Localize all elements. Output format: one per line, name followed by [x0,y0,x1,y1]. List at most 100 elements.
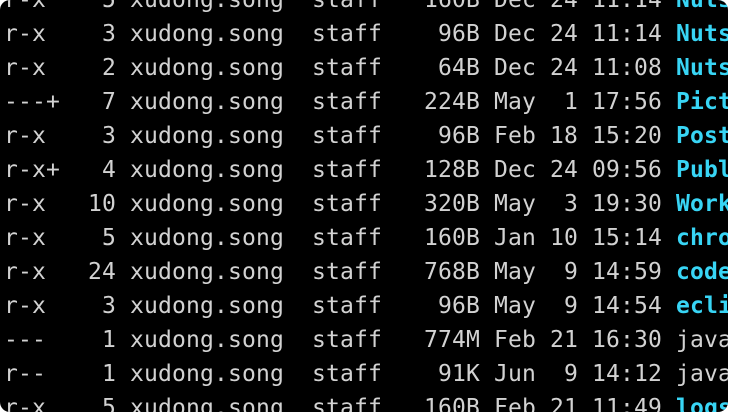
listing-owner: xudong.song [130,55,284,81]
listing-group: staff [311,21,382,47]
listing-perms: r-x [4,225,60,251]
listing-owner: xudong.song [130,327,284,353]
listing-day: 9 [549,361,578,387]
listing-month: May [493,293,536,319]
listing-month: Feb [493,395,536,412]
listing-links: 5 [88,0,116,13]
listing-group: staff [311,123,382,149]
listing-day: 24 [549,55,578,81]
listing-day: 3 [549,191,578,217]
listing-time: 11:14 [591,0,662,13]
listing-links: 3 [88,21,116,47]
listing-month: Jan [493,225,536,251]
listing-size: 224B [409,89,480,115]
listing-filename: Nuts [675,21,728,47]
listing-filename: code [675,259,728,285]
listing-owner: xudong.song [130,191,284,217]
listing-filename: Nuts [675,0,728,13]
listing-links: 4 [88,157,116,183]
listing-perms: r-x [4,123,60,149]
listing-month: Feb [493,327,536,353]
listing-row: r-x 5 xudong.song staff 160B Dec 24 11:1… [4,0,728,17]
listing-day: 21 [549,327,578,353]
listing-links: 1 [88,327,116,353]
listing-perms: r-x [4,0,60,13]
listing-row: r-x 3 xudong.song staff 96B May 9 14:54 … [4,289,728,323]
listing-links: 3 [88,293,116,319]
listing-links: 24 [88,259,116,285]
listing-time: 14:54 [591,293,662,319]
listing-size: 160B [409,225,480,251]
listing-time: 16:30 [591,327,662,353]
listing-month: Dec [493,157,536,183]
listing-owner: xudong.song [130,123,284,149]
listing-perms: r-x [4,259,60,285]
terminal-window[interactable]: r-x 5 xudong.song staff 160B Dec 24 11:1… [0,0,728,412]
listing-owner: xudong.song [130,157,284,183]
listing-filename: logs [675,395,728,412]
listing-owner: xudong.song [130,293,284,319]
listing-owner: xudong.song [130,361,284,387]
listing-size: 774M [409,327,480,353]
listing-owner: xudong.song [130,89,284,115]
listing-size: 768B [409,259,480,285]
listing-month: Dec [493,0,536,13]
listing-month: May [493,89,536,115]
listing-day: 1 [549,89,578,115]
listing-row: --- 1 xudong.song staff 774M Feb 21 16:3… [4,323,728,357]
listing-group: staff [311,361,382,387]
listing-month: May [493,259,536,285]
listing-filename: java [675,361,728,387]
listing-row: r-- 1 xudong.song staff 91K Jun 9 14:12 … [4,357,728,391]
listing-size: 96B [409,21,480,47]
listing-perms: r-- [4,361,60,387]
listing-group: staff [311,327,382,353]
listing-filename: Pict [675,89,728,115]
listing-time: 11:14 [591,21,662,47]
listing-owner: xudong.song [130,259,284,285]
listing-size: 128B [409,157,480,183]
listing-month: Feb [493,123,536,149]
listing-time: 15:14 [591,225,662,251]
listing-owner: xudong.song [130,225,284,251]
listing-time: 11:08 [591,55,662,81]
listing-group: staff [311,55,382,81]
listing-day: 9 [549,293,578,319]
listing-month: Dec [493,55,536,81]
listing-owner: xudong.song [130,395,284,412]
listing-links: 1 [88,361,116,387]
terminal-output: r-x 5 xudong.song staff 160B Dec 24 11:1… [4,0,728,412]
listing-size: 320B [409,191,480,217]
listing-links: 5 [88,225,116,251]
listing-row: r-x+ 4 xudong.song staff 128B Dec 24 09:… [4,153,728,187]
listing-group: staff [311,395,382,412]
listing-perms: r-x [4,191,60,217]
listing-links: 5 [88,395,116,412]
listing-group: staff [311,225,382,251]
listing-filename: java [675,327,728,353]
listing-group: staff [311,157,382,183]
listing-row: r-x 24 xudong.song staff 768B May 9 14:5… [4,255,728,289]
listing-size: 160B [409,0,480,13]
listing-day: 24 [549,0,578,13]
listing-group: staff [311,191,382,217]
listing-perms: r-x+ [4,157,60,183]
listing-size: 160B [409,395,480,412]
listing-row: r-x 2 xudong.song staff 64B Dec 24 11:08… [4,51,728,85]
listing-owner: xudong.song [130,21,284,47]
listing-day: 21 [549,395,578,412]
listing-filename: Nuts [675,55,728,81]
listing-size: 91K [409,361,480,387]
listing-filename: Post [675,123,728,149]
listing-time: 19:30 [591,191,662,217]
listing-filename: Publ [675,157,728,183]
listing-time: 09:56 [591,157,662,183]
listing-time: 14:12 [591,361,662,387]
listing-links: 7 [88,89,116,115]
listing-group: staff [311,0,382,13]
listing-owner: xudong.song [130,0,284,13]
listing-row: r-x 3 xudong.song staff 96B Dec 24 11:14… [4,17,728,51]
listing-month: Dec [493,21,536,47]
listing-row: r-x 5 xudong.song staff 160B Jan 10 15:1… [4,221,728,255]
listing-row: ---+ 7 xudong.song staff 224B May 1 17:5… [4,85,728,119]
